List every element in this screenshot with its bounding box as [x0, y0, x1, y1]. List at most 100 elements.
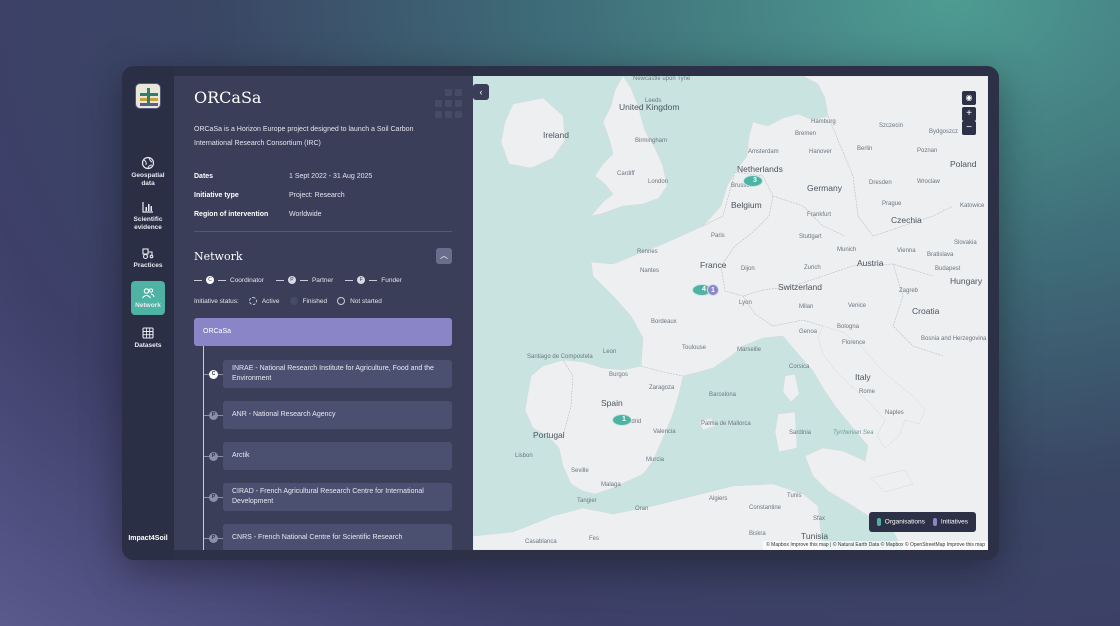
active-status-icon: [248, 297, 257, 305]
map-label: Hamburg: [811, 119, 836, 125]
meta-key: Dates: [194, 173, 214, 180]
map-label: Munich: [837, 247, 857, 253]
status-label: Not started: [350, 297, 382, 305]
status-legend: Initiative status: Active Finished Not s…: [194, 297, 382, 305]
app-logo[interactable]: [135, 83, 161, 109]
map-label: Hanover: [809, 149, 832, 155]
map-label: Stuttgart: [799, 234, 822, 240]
map-label: Poland: [950, 159, 977, 169]
map-label: Czechia: [891, 215, 922, 225]
map-label: Leon: [603, 349, 617, 355]
map-settings-button[interactable]: ◉: [962, 91, 976, 105]
legend-initiatives[interactable]: Initiatives: [932, 518, 968, 526]
map-label: London: [648, 179, 669, 185]
map-label: Amsterdam: [748, 149, 779, 155]
not-started-status-icon: [337, 297, 346, 305]
map-label: Croatia: [912, 306, 940, 316]
network-member[interactable]: CIRAD - French Agricultural Research Cen…: [223, 483, 452, 511]
map-legend: Organisations Initiatives: [868, 512, 976, 532]
map-label: Germany: [807, 183, 842, 193]
map-label: Bremen: [795, 131, 817, 137]
chevron-left-icon: ‹: [479, 87, 483, 97]
status-not-started: Not started: [337, 297, 382, 305]
partner-node-icon: P: [209, 534, 218, 543]
map-label: Cardiff: [617, 171, 635, 177]
collapse-panel-button[interactable]: ‹: [473, 84, 489, 100]
partner-node-icon: P: [287, 276, 296, 284]
map-label: Fes: [589, 536, 600, 542]
legend-funder: F Funder: [345, 276, 402, 284]
initiative-title: ORCaSa: [194, 88, 262, 107]
network-member[interactable]: ANR - National Research Agency: [223, 401, 452, 429]
map-label: Italy: [855, 372, 871, 382]
map-label: Palma de Mallorca: [701, 421, 751, 427]
meta-value: Project: Research: [289, 192, 345, 199]
map-label: Zagreb: [899, 288, 919, 294]
coordinator-node-icon: C: [209, 370, 218, 379]
map-label: Corsica: [789, 364, 810, 370]
legend-label: Organisations: [884, 518, 925, 526]
nav-item-scientific-evidence[interactable]: Scientific evidence: [131, 197, 165, 235]
map-label: Santiago de Compostela: [527, 354, 593, 360]
partner-node-icon: P: [209, 411, 218, 420]
map-label: Switzerland: [778, 282, 822, 292]
map-label: Bologna: [837, 324, 860, 330]
map-label: France: [700, 260, 727, 270]
status-label: Finished: [302, 297, 328, 305]
map-cluster-organisations[interactable]: 3: [743, 175, 763, 187]
funder-node-icon: F: [357, 276, 366, 284]
map-label: Poznan: [917, 148, 938, 154]
map-cluster-initiatives[interactable]: 1: [707, 284, 719, 296]
network-member[interactable]: INRAE - National Research Institute for …: [223, 360, 452, 388]
initiative-meta: Dates 1 Sept 2022 - 31 Aug 2025 Initiati…: [194, 167, 453, 224]
map-label: Bydgoszcz: [929, 129, 959, 135]
map-view[interactable]: ‹ Newcastle upon Tyne Leeds United Kingd…: [473, 76, 988, 550]
network-collapse-button[interactable]: ︿: [436, 248, 452, 264]
map-cluster-organisations[interactable]: 1: [612, 414, 632, 426]
nav-label: Practices: [133, 262, 163, 269]
map-label: Newcastle upon Tyne: [633, 76, 691, 82]
globe-icon: [141, 156, 155, 170]
map-label: Frankfurt: [807, 212, 832, 218]
legend-organisations[interactable]: Organisations: [876, 518, 925, 526]
map-label: Zurich: [804, 265, 821, 271]
map-label: Vienna: [897, 248, 916, 254]
map-label: Biskra: [749, 531, 766, 537]
table-icon: [142, 327, 154, 339]
legend-label: Coordinator: [230, 276, 264, 284]
network-member[interactable]: Arctik: [223, 442, 452, 470]
map-label: United Kingdom: [619, 102, 680, 112]
nav-item-practices[interactable]: Practices: [131, 241, 165, 275]
network-root-initiative[interactable]: ORCaSa: [194, 318, 452, 346]
nav-label: Network: [135, 302, 161, 309]
partner-node-icon: P: [209, 493, 218, 502]
map-attribution[interactable]: © Mapbox Improve this map | © Natural Ea…: [763, 541, 988, 550]
map-label: Marseille: [737, 347, 762, 353]
divider: [194, 231, 452, 232]
network-member[interactable]: CNRS - French National Centre for Scient…: [223, 524, 452, 550]
nav-item-network[interactable]: Network: [131, 281, 165, 315]
zoom-in-button[interactable]: +: [962, 107, 976, 121]
map-label: Lisbon: [515, 453, 533, 459]
map-basemap: [473, 76, 988, 550]
map-label: Bratislava: [927, 252, 954, 258]
nav-item-geospatial[interactable]: Geospatial data: [131, 153, 165, 191]
map-label: Belgium: [731, 200, 762, 210]
status-label: Active: [261, 297, 280, 305]
network-title: Network: [194, 250, 243, 263]
brand-name: Impact4Soil: [128, 535, 168, 542]
map-label: Casablanca: [525, 539, 557, 545]
zoom-out-button[interactable]: −: [962, 121, 976, 135]
map-label: Prague: [882, 201, 902, 207]
nav-list: Geospatial data Scientific evidence Prac…: [122, 153, 174, 355]
meta-key: Initiative type: [194, 192, 239, 199]
app-window: Geospatial data Scientific evidence Prac…: [122, 66, 999, 560]
map-label: Malaga: [601, 482, 621, 488]
nav-item-datasets[interactable]: Datasets: [131, 321, 165, 355]
map-label: Tangier: [577, 498, 597, 504]
map-label: Sfax: [813, 516, 826, 522]
map-label: Seville: [571, 468, 589, 474]
map-label: Austria: [857, 258, 884, 268]
initiative-panel: ORCaSa ORCaSa is a Horizon Europe projec…: [174, 76, 473, 550]
finished-status-icon: [289, 297, 298, 305]
